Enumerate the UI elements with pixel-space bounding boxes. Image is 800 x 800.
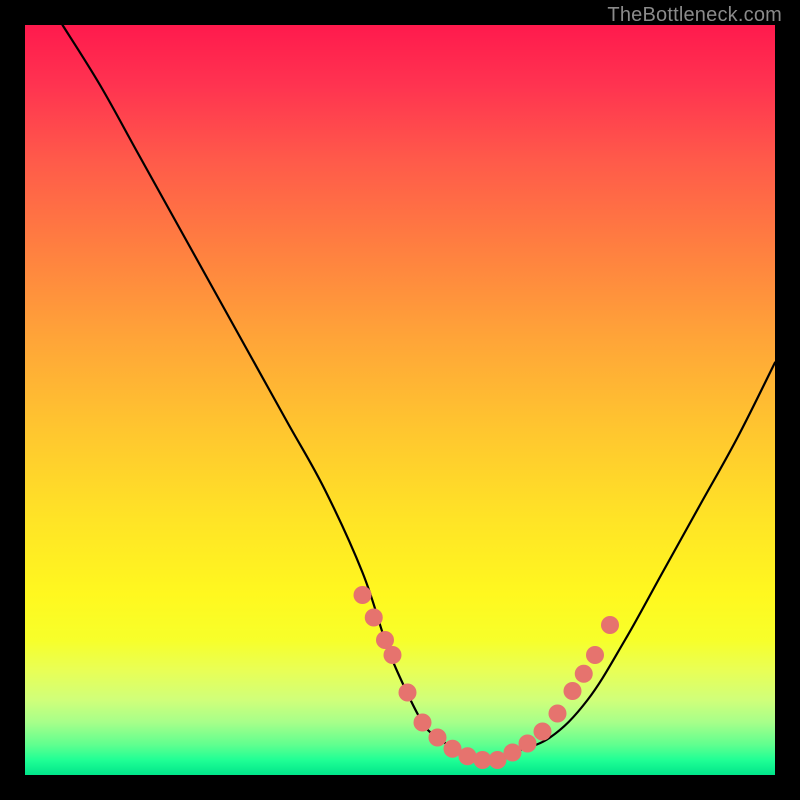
watermark-text: TheBottleneck.com <box>607 4 782 27</box>
curve-line <box>63 25 776 761</box>
marker-dot <box>429 729 447 747</box>
marker-dot <box>459 747 477 765</box>
marker-dot <box>601 616 619 634</box>
marker-dot <box>365 609 383 627</box>
marker-dot <box>414 714 432 732</box>
marker-dot <box>534 723 552 741</box>
marker-dot <box>549 705 567 723</box>
marker-dot <box>384 646 402 664</box>
marker-dot <box>564 682 582 700</box>
curve-markers <box>354 586 620 769</box>
marker-dot <box>504 744 522 762</box>
marker-dot <box>575 665 593 683</box>
chart-container: TheBottleneck.com <box>0 0 800 800</box>
marker-dot <box>519 735 537 753</box>
chart-svg <box>25 25 775 775</box>
marker-dot <box>586 646 604 664</box>
marker-dot <box>399 684 417 702</box>
marker-dot <box>354 586 372 604</box>
